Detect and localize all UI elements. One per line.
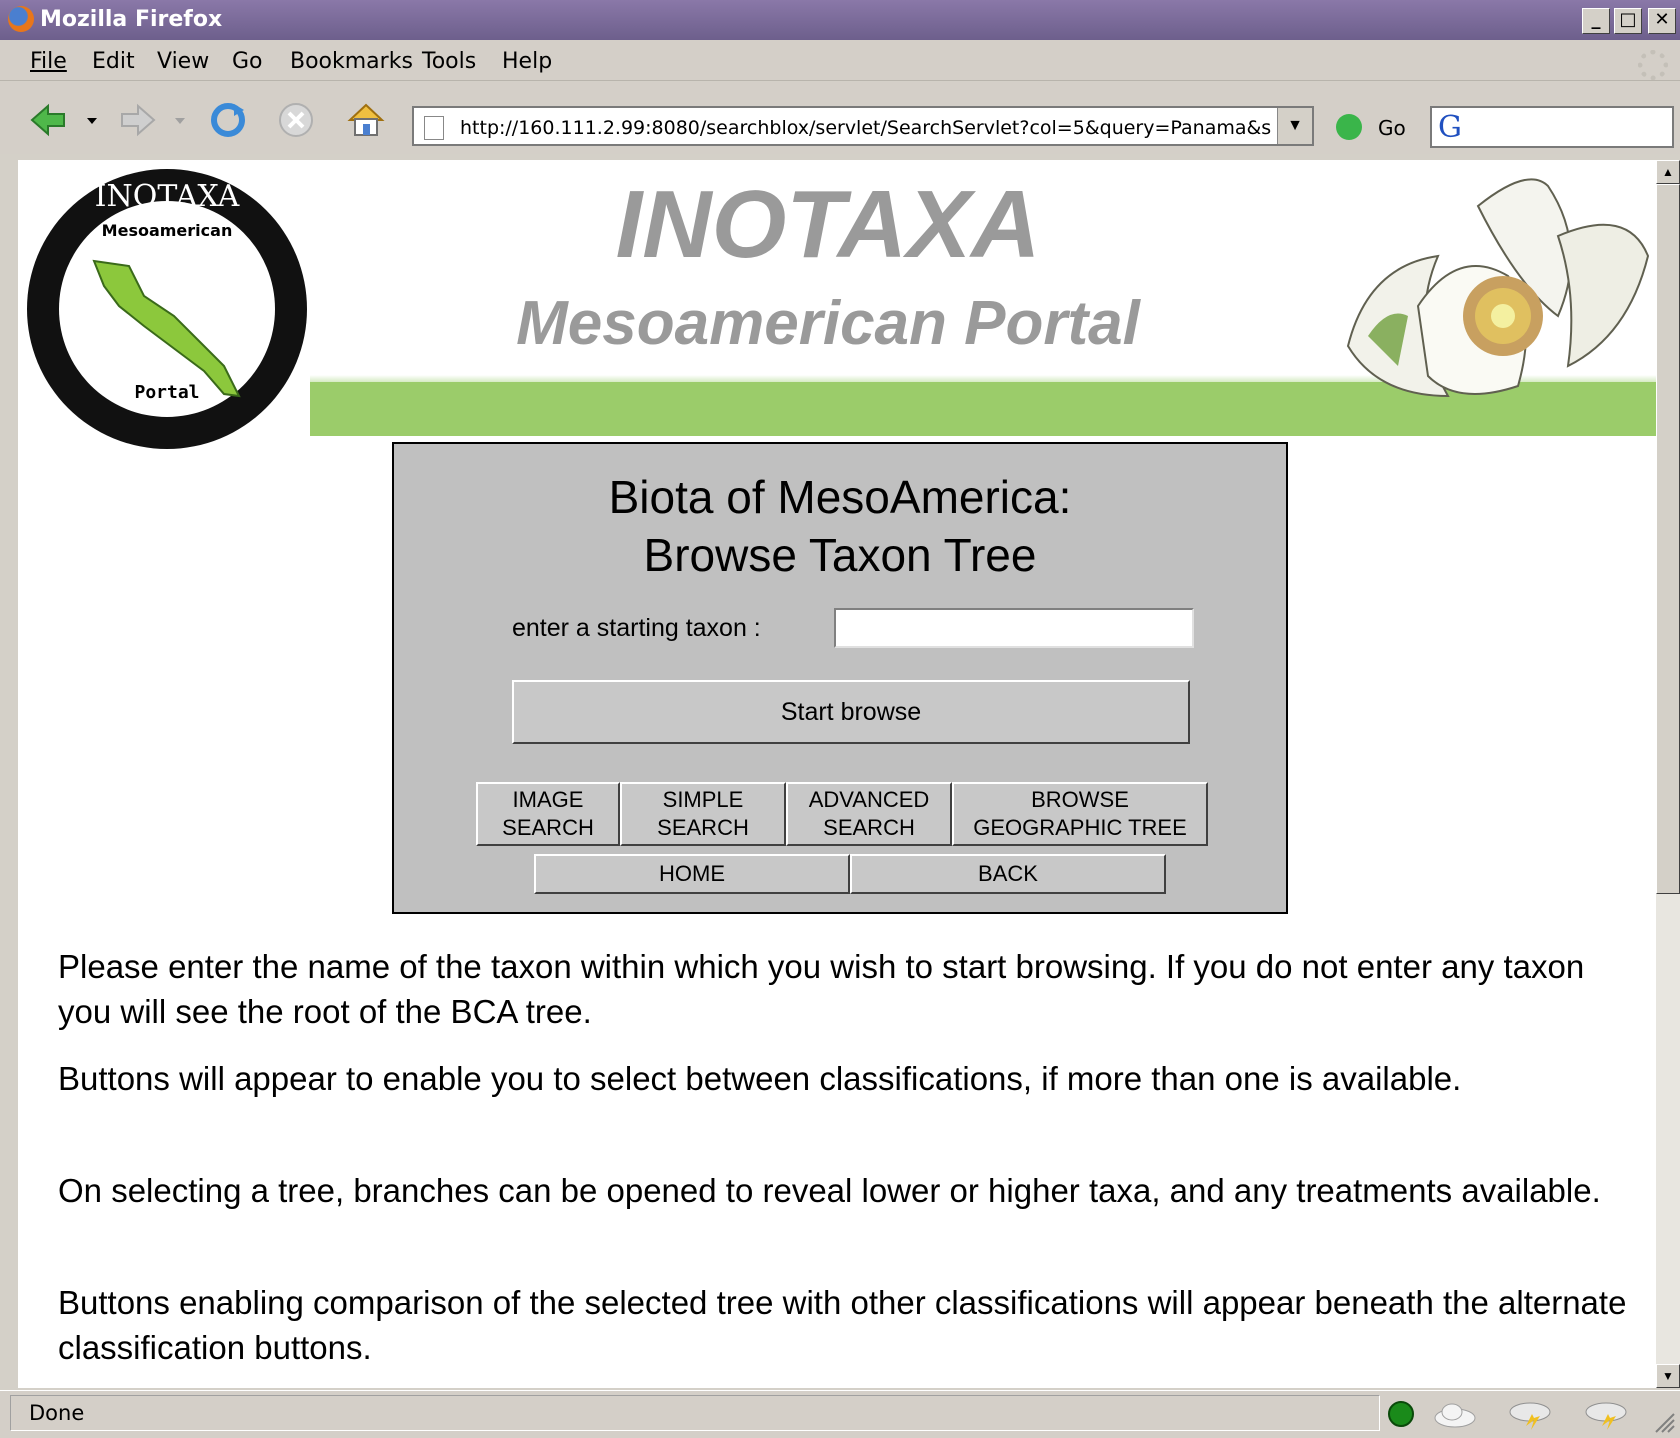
window-title-bar: Mozilla Firefox _ □ ✕ — [0, 0, 1680, 40]
menu-file[interactable]: File — [30, 49, 67, 74]
panel-title-line1: Biota of MesoAmerica: — [608, 471, 1072, 523]
browse-panel: Biota of MesoAmerica: Browse Taxon Tree … — [392, 442, 1288, 914]
scroll-down-icon[interactable]: ▼ — [1656, 1364, 1680, 1388]
go-arrow-icon[interactable] — [1336, 114, 1362, 140]
url-text[interactable]: http://160.111.2.99:8080/searchblox/serv… — [460, 117, 1272, 139]
logo-text-meso: Mesoamerican — [102, 221, 233, 240]
menu-help[interactable]: Help — [502, 49, 552, 74]
page-subtitle: Mesoamerican Portal — [516, 289, 1140, 358]
menu-view[interactable]: View — [157, 49, 209, 74]
storm-cloud-icon — [1585, 1402, 1627, 1430]
status-bar: Done — [0, 1390, 1680, 1438]
image-search-label-1: IMAGE — [512, 787, 584, 812]
menu-bookmarks[interactable]: Bookmarks — [290, 49, 413, 74]
back-button[interactable]: BACK — [850, 854, 1166, 894]
home-button[interactable]: HOME — [534, 854, 850, 894]
inotaxa-logo: INOTAXA Mesoamerican Portal — [27, 169, 307, 449]
address-bar[interactable]: http://160.111.2.99:8080/searchblox/serv… — [412, 106, 1314, 146]
advanced-search-label-2: SEARCH — [823, 815, 915, 840]
panel-title-line2: Browse Taxon Tree — [643, 529, 1037, 581]
menu-go[interactable]: Go — [232, 49, 263, 74]
vertical-scrollbar[interactable]: ▲ ▼ — [1656, 160, 1680, 1388]
connection-status-icon — [1388, 1401, 1414, 1427]
advanced-search-label-1: ADVANCED — [808, 787, 930, 812]
minimize-button[interactable]: _ — [1582, 8, 1610, 34]
flower-illustration — [1346, 178, 1650, 398]
page-content: INOTAXA Mesoamerican Portal INOTAXA Meso… — [18, 160, 1656, 1388]
back-arrow-icon[interactable] — [28, 100, 68, 140]
close-button[interactable]: ✕ — [1648, 8, 1676, 34]
page-title: INOTAXA — [615, 171, 1041, 278]
taxon-input-label: enter a starting taxon : — [512, 614, 761, 642]
menu-bar: File Edit View Go Bookmarks Tools Help — [0, 40, 1680, 81]
menu-edit[interactable]: Edit — [92, 49, 135, 74]
logo-text-portal: Portal — [134, 382, 199, 403]
instruction-paragraph-2: Buttons will appear to enable you to sel… — [58, 1060, 1462, 1097]
throbber-icon — [1638, 50, 1668, 80]
simple-search-label-1: SIMPLE — [662, 787, 744, 812]
resize-grip-icon[interactable] — [1650, 1408, 1676, 1434]
browse-geo-label-1: BROWSE — [1031, 787, 1129, 812]
stop-icon[interactable] — [276, 100, 316, 140]
panel-title: Biota of MesoAmerica: Browse Taxon Tree — [394, 468, 1286, 584]
logo-text-top: INOTAXA — [95, 179, 240, 214]
instruction-paragraph-4: Buttons enabling comparison of the selec… — [58, 1284, 1627, 1366]
scroll-up-icon[interactable]: ▲ — [1656, 160, 1680, 184]
scrollbar-thumb[interactable] — [1656, 184, 1680, 894]
browse-geo-label-2: GEOGRAPHIC TREE — [973, 815, 1187, 840]
go-button[interactable]: Go — [1378, 116, 1406, 140]
search-box[interactable]: G — [1430, 106, 1674, 148]
start-browse-button[interactable]: Start browse — [512, 680, 1190, 744]
forward-arrow-icon[interactable] — [118, 100, 158, 140]
image-search-button[interactable]: IMAGE SEARCH — [476, 782, 620, 846]
url-dropdown-icon[interactable]: ▼ — [1277, 108, 1312, 144]
google-search-icon[interactable]: G — [1438, 110, 1462, 145]
advanced-search-button[interactable]: ADVANCED SEARCH — [786, 782, 952, 846]
starting-taxon-input[interactable] — [834, 608, 1194, 648]
menu-tools[interactable]: Tools — [422, 49, 476, 74]
reload-icon[interactable] — [208, 100, 248, 140]
storm-cloud-icon — [1509, 1402, 1551, 1430]
instruction-paragraph-1: Please enter the name of the taxon withi… — [58, 948, 1585, 1030]
simple-search-button[interactable]: SIMPLE SEARCH — [620, 782, 786, 846]
back-dropdown-icon[interactable] — [84, 100, 100, 140]
cloud-icon — [1434, 1403, 1476, 1428]
firefox-logo-icon — [8, 6, 34, 32]
forward-dropdown-icon[interactable] — [172, 100, 188, 140]
window-title: Mozilla Firefox — [40, 7, 223, 32]
image-search-label-2: SEARCH — [502, 815, 594, 840]
browse-geographic-tree-button[interactable]: BROWSE GEOGRAPHIC TREE — [952, 782, 1208, 846]
status-text: Done — [10, 1395, 1380, 1431]
maximize-button[interactable]: □ — [1614, 8, 1642, 34]
instruction-paragraph-3: On selecting a tree, branches can be ope… — [58, 1172, 1601, 1209]
page-icon — [424, 116, 444, 140]
home-icon[interactable] — [346, 100, 386, 140]
simple-search-label-2: SEARCH — [657, 815, 749, 840]
